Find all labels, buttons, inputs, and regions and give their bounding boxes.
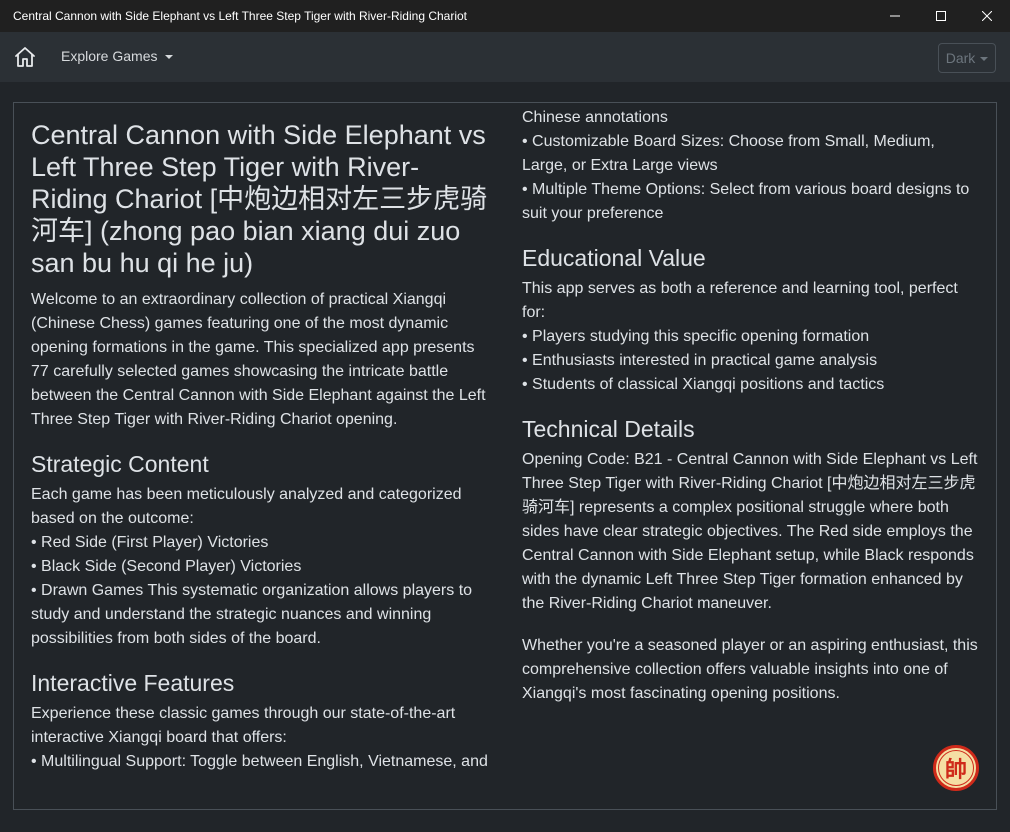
interactive-heading: Interactive Features xyxy=(31,670,235,696)
xiangqi-general-piece-icon: 帥 xyxy=(933,745,979,791)
list-item: • Multilingual Support: Toggle between E… xyxy=(31,753,488,770)
educational-paragraph: This app serves as both a reference and … xyxy=(522,277,984,397)
intro-paragraph: Welcome to an extraordinary collection o… xyxy=(31,291,486,428)
page-title: Central Cannon with Side Elephant vs Lef… xyxy=(31,120,488,278)
explore-games-dropdown[interactable]: Explore Games xyxy=(61,48,174,64)
list-item: • Students of classical Xiangqi position… xyxy=(522,376,885,393)
interactive-lead: Experience these classic games through o… xyxy=(31,705,456,746)
top-navbar: Explore Games Dark xyxy=(0,32,1010,82)
left-column: Central Cannon with Side Elephant vs Lef… xyxy=(31,119,493,774)
list-item: • Red Side (First Player) Victories xyxy=(31,534,269,551)
right-column: Chinese annotations • Customizable Board… xyxy=(522,109,984,706)
window-titlebar: Central Cannon with Side Elephant vs Lef… xyxy=(0,0,1010,32)
list-item: • Enthusiasts interested in practical ga… xyxy=(522,352,878,369)
home-icon xyxy=(15,47,35,67)
technical-paragraph: Opening Code: B21 - Central Cannon with … xyxy=(522,451,978,612)
educational-lead: This app serves as both a reference and … xyxy=(522,280,958,321)
window-title: Central Cannon with Side Elephant vs Lef… xyxy=(13,9,468,23)
strategic-lead: Each game has been meticulously analyzed… xyxy=(31,486,462,527)
chevron-down-icon xyxy=(165,54,174,59)
logo-character: 帥 xyxy=(938,750,974,786)
list-item: • Drawn Games This systematic organizati… xyxy=(31,582,473,647)
list-item: • Players studying this specific opening… xyxy=(522,328,870,345)
list-item: • Customizable Board Sizes: Choose from … xyxy=(522,133,935,174)
close-button[interactable] xyxy=(964,0,1010,32)
interactive-continued: Chinese annotations • Customizable Board… xyxy=(522,106,984,226)
close-icon xyxy=(982,11,992,21)
minimize-icon xyxy=(890,15,900,17)
list-item: • Multiple Theme Options: Select from va… xyxy=(522,181,970,222)
interactive-paragraph: Experience these classic games through o… xyxy=(31,702,493,774)
theme-dropdown[interactable]: Dark xyxy=(938,43,996,73)
explore-games-label: Explore Games xyxy=(61,48,158,64)
list-item: • Black Side (Second Player) Victories xyxy=(31,558,302,575)
technical-heading: Technical Details xyxy=(522,416,695,442)
home-button[interactable] xyxy=(12,44,38,70)
description-card: Central Cannon with Side Elephant vs Lef… xyxy=(13,102,997,810)
minimize-button[interactable] xyxy=(872,0,918,32)
educational-heading: Educational Value xyxy=(522,245,706,271)
maximize-icon xyxy=(936,11,946,21)
theme-label: Dark xyxy=(945,50,976,66)
chevron-down-icon xyxy=(980,56,989,61)
strategic-heading: Strategic Content xyxy=(31,451,209,477)
list-item-continued: Chinese annotations xyxy=(522,109,668,126)
strategic-paragraph: Each game has been meticulously analyzed… xyxy=(31,483,493,651)
closing-paragraph: Whether you're a seasoned player or an a… xyxy=(522,637,978,702)
maximize-button[interactable] xyxy=(918,0,964,32)
